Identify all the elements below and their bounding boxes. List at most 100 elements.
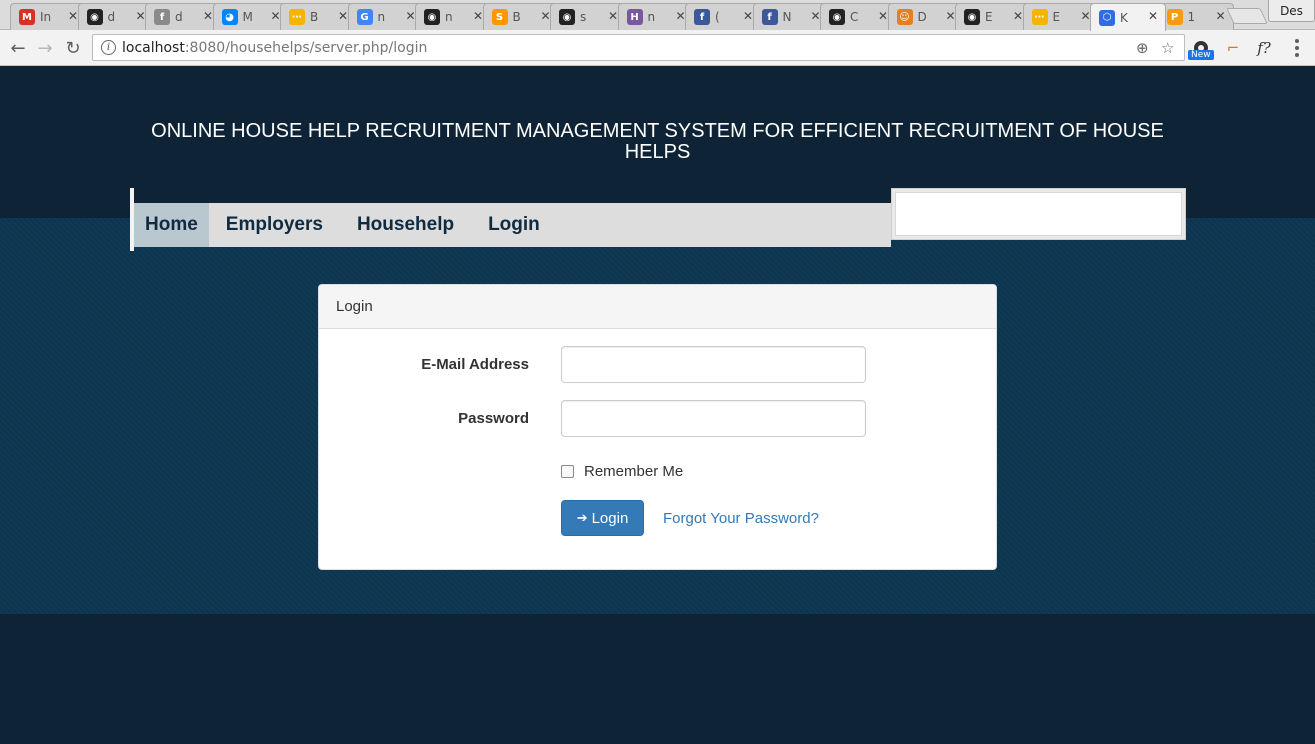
remember-me-checkbox[interactable] [561,465,574,478]
tab-title: n [647,10,656,24]
remember-me-label[interactable]: Remember Me [584,463,683,480]
github-icon: ◉ [559,9,575,25]
tab-close-icon[interactable]: ✕ [608,9,618,23]
bookmark-star-icon[interactable]: ☆ [1161,39,1174,57]
browser-tab[interactable]: ◉ E ✕ [955,3,1031,30]
tab-close-icon[interactable]: ✕ [68,9,78,23]
site-title: ONLINE HOUSE HELP RECRUITMENT MANAGEMENT… [151,120,1164,163]
new-tab-button[interactable] [1226,8,1268,24]
bookmark-icon: ⋯ [1031,9,1048,25]
forgot-password-link[interactable]: Forgot Your Password? [663,510,819,527]
tab-close-icon[interactable]: ✕ [540,9,550,23]
browser-tab[interactable]: ⋯ E ✕ [1022,3,1099,30]
login-button[interactable]: ➔ Login [561,500,644,536]
browser-tab[interactable]: ☺ D ✕ [887,3,964,30]
facebook-icon: f [761,9,778,25]
tab-close-icon[interactable]: ✕ [810,9,820,23]
tab-title: C [850,10,859,24]
tab-title: E [985,10,993,24]
tab-title: ( [715,10,720,24]
kubernetes-icon: ⬡ [1099,9,1115,26]
extension-formula-icon[interactable]: f? [1253,37,1275,59]
gmail-icon: M [19,9,35,25]
phpmyadmin-icon: P [1166,9,1183,25]
nav-item-employers[interactable]: Employers [209,203,340,247]
tab-close-icon[interactable]: ✕ [743,9,753,23]
browser-tab[interactable]: ◕ M ✕ [212,3,289,30]
zoom-icon[interactable]: ⊕ [1136,39,1149,57]
email-field[interactable] [561,346,866,383]
tab-title: B [512,10,521,24]
browser-tab[interactable]: Hn ✕ [617,3,694,30]
browser-tab[interactable]: ◉ s ✕ [550,3,626,30]
browser-tab[interactable]: Gn ✕ [347,3,424,30]
browser-tab[interactable]: ◉ C ✕ [820,3,896,30]
browser-tab[interactable]: M In ✕ [10,3,86,30]
heroku-icon: H [626,9,643,25]
new-badge: New [1188,50,1214,60]
tab-title: d [175,10,183,24]
login-panel: Login E-Mail Address Password Remember M… [318,284,997,570]
tab-title: 1 [1187,10,1196,24]
email-label: E-Mail Address [421,356,529,373]
tab-close-icon[interactable]: ✕ [945,9,955,23]
ubuntu-icon: ☺ [896,9,913,25]
tab-close-icon[interactable]: ✕ [675,9,685,23]
password-field[interactable] [561,400,866,437]
facebook-icon: f [694,9,710,25]
bookmark-icon: ⋯ [289,9,305,25]
tab-close-icon[interactable]: ✕ [473,9,483,23]
page: ONLINE HOUSE HELP RECRUITMENT MANAGEMENT… [0,67,1315,744]
site-info-icon[interactable]: i [101,40,116,55]
nav-item-login[interactable]: Login [471,203,557,247]
browser-tab[interactable]: ⬡ K ✕ [1090,3,1166,31]
address-bar[interactable]: i localhost:8080/househelps/server.php/l… [92,34,1185,61]
tab-title: K [1120,10,1128,25]
tab-title: B [310,10,319,24]
tab-close-icon[interactable]: ✕ [135,9,145,23]
tab-title: N [782,10,792,24]
extension-ruler-icon[interactable]: ⌐ [1222,37,1244,59]
browser-toolbar: ← → ↻ i localhost:8080/househelps/server… [0,30,1315,66]
browser-tab[interactable]: ⋯ B ✕ [280,3,356,30]
tab-title: d [107,10,116,24]
nav-search-field[interactable] [895,192,1182,236]
nav-item-househelp[interactable]: Househelp [340,203,471,247]
profile-button[interactable]: Des [1268,0,1315,22]
tab-title: M [242,10,253,24]
forward-arrow-icon[interactable]: → [34,37,56,59]
sublime-icon: S [491,9,508,25]
browser-tab[interactable]: f N ✕ [752,3,829,30]
tab-close-icon[interactable]: ✕ [270,9,280,23]
tab-title: D [917,10,927,24]
url-path: :8080/househelps/server.php/login [184,39,428,56]
tab-close-icon[interactable]: ✕ [405,9,415,23]
login-panel-heading: Login [319,285,996,329]
browser-tab[interactable]: P 1 ✕ [1157,3,1234,30]
tab-close-icon[interactable]: ✕ [1148,9,1158,23]
tab-title: n [445,10,453,24]
back-arrow-icon[interactable]: ← [7,37,29,59]
browser-tab[interactable]: ◉ n ✕ [415,3,491,30]
nav-item-home[interactable]: Home [134,203,209,247]
messenger-icon: ◕ [221,9,238,25]
github-icon: ◉ [424,9,440,25]
tab-close-icon[interactable]: ✕ [1013,9,1023,23]
browser-tab[interactable]: ◉ d ✕ [77,3,154,30]
github-icon: ◉ [86,9,103,25]
tab-close-icon[interactable]: ✕ [1080,9,1090,23]
tab-title: s [580,10,587,24]
tab-close-icon[interactable]: ✕ [338,9,348,23]
browser-menu-icon[interactable] [1294,37,1300,59]
tab-close-icon[interactable]: ✕ [203,9,213,23]
facebook-icon: f [154,9,170,25]
login-button-label: Login [591,509,629,527]
tab-close-icon[interactable]: ✕ [878,9,888,23]
browser-tab[interactable]: f ( ✕ [685,3,761,30]
reload-icon[interactable]: ↻ [62,37,84,59]
browser-tab[interactable]: S B ✕ [482,3,559,30]
address-url: localhost:8080/househelps/server.php/log… [122,40,427,56]
tab-title: In [40,10,52,24]
tab-close-icon[interactable]: ✕ [1215,9,1225,23]
browser-tab[interactable]: f d ✕ [145,3,221,30]
